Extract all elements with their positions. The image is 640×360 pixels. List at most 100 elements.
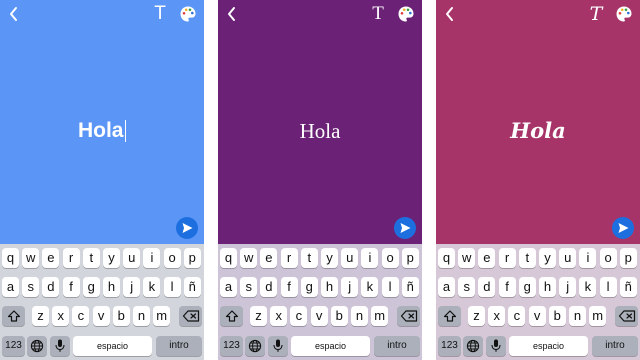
key-c[interactable]: c — [72, 306, 90, 326]
key-s[interactable]: s — [22, 277, 40, 297]
message-text[interactable]: Hola — [436, 116, 640, 146]
key-f[interactable]: f — [498, 277, 516, 297]
key-q[interactable]: q — [220, 248, 237, 268]
key-p[interactable]: p — [619, 248, 637, 268]
key-ñ[interactable]: ñ — [401, 277, 419, 297]
key-k[interactable]: k — [143, 277, 161, 297]
key-l[interactable]: l — [599, 277, 617, 297]
key-q[interactable]: q — [2, 248, 19, 268]
key-p[interactable]: p — [401, 248, 419, 268]
key-x[interactable]: x — [270, 306, 288, 326]
key-j[interactable]: j — [123, 277, 141, 297]
globe-key[interactable] — [245, 336, 265, 356]
key-s[interactable]: s — [240, 277, 258, 297]
numbers-key[interactable]: 123 — [438, 336, 461, 356]
key-g[interactable]: g — [300, 277, 318, 297]
key-h[interactable]: h — [103, 277, 120, 297]
delete-key[interactable] — [179, 306, 202, 326]
key-o[interactable]: o — [599, 248, 617, 268]
key-t[interactable]: t — [82, 248, 100, 268]
key-e[interactable]: e — [42, 248, 60, 268]
key-x[interactable]: x — [488, 306, 506, 326]
key-a[interactable]: a — [2, 277, 19, 297]
shift-key[interactable] — [220, 306, 243, 326]
return-key[interactable]: intro — [592, 336, 638, 356]
delete-key[interactable] — [397, 306, 420, 326]
text-style-icon[interactable]: T — [151, 3, 169, 25]
key-i[interactable]: i — [361, 248, 379, 268]
key-i[interactable]: i — [579, 248, 597, 268]
numbers-key[interactable]: 123 — [220, 336, 243, 356]
key-y[interactable]: y — [539, 248, 556, 268]
key-ñ[interactable]: ñ — [183, 277, 201, 297]
key-h[interactable]: h — [539, 277, 556, 297]
key-n[interactable]: n — [133, 306, 150, 326]
space-key[interactable]: espacio — [291, 336, 370, 356]
message-text[interactable]: Hola — [0, 116, 204, 146]
send-button[interactable] — [394, 217, 416, 239]
key-v[interactable]: v — [528, 306, 546, 326]
key-v[interactable]: v — [92, 306, 110, 326]
chevron-left-icon[interactable] — [443, 5, 457, 23]
key-v[interactable]: v — [310, 306, 328, 326]
key-f[interactable]: f — [280, 277, 298, 297]
key-r[interactable]: r — [498, 248, 516, 268]
microphone-key[interactable] — [50, 336, 70, 356]
key-g[interactable]: g — [82, 277, 100, 297]
key-k[interactable]: k — [361, 277, 379, 297]
key-l[interactable]: l — [381, 277, 399, 297]
return-key[interactable]: intro — [156, 336, 202, 356]
chevron-left-icon[interactable] — [225, 5, 239, 23]
key-a[interactable]: a — [220, 277, 237, 297]
key-a[interactable]: a — [438, 277, 455, 297]
key-r[interactable]: r — [62, 248, 80, 268]
key-u[interactable]: u — [123, 248, 141, 268]
key-y[interactable]: y — [321, 248, 338, 268]
key-b[interactable]: b — [112, 306, 130, 326]
key-h[interactable]: h — [321, 277, 338, 297]
key-g[interactable]: g — [518, 277, 536, 297]
key-b[interactable]: b — [548, 306, 566, 326]
key-t[interactable]: t — [518, 248, 536, 268]
key-d[interactable]: d — [260, 277, 278, 297]
delete-key[interactable] — [615, 306, 638, 326]
key-i[interactable]: i — [143, 248, 161, 268]
key-k[interactable]: k — [579, 277, 597, 297]
key-o[interactable]: o — [163, 248, 181, 268]
send-button[interactable] — [612, 217, 634, 239]
key-b[interactable]: b — [330, 306, 348, 326]
key-o[interactable]: o — [381, 248, 399, 268]
globe-key[interactable] — [27, 336, 47, 356]
text-style-icon[interactable]: T — [369, 3, 387, 25]
key-e[interactable]: e — [478, 248, 496, 268]
key-n[interactable]: n — [569, 306, 586, 326]
microphone-key[interactable] — [486, 336, 506, 356]
chevron-left-icon[interactable] — [7, 5, 21, 23]
key-c[interactable]: c — [290, 306, 308, 326]
message-text[interactable]: Hola — [218, 116, 422, 146]
key-f[interactable]: f — [62, 277, 80, 297]
key-j[interactable]: j — [559, 277, 577, 297]
key-z[interactable]: z — [468, 306, 485, 326]
key-z[interactable]: z — [250, 306, 267, 326]
key-m[interactable]: m — [589, 306, 607, 326]
text-style-icon[interactable]: T — [587, 3, 605, 25]
key-j[interactable]: j — [341, 277, 359, 297]
key-x[interactable]: x — [52, 306, 70, 326]
key-m[interactable]: m — [153, 306, 171, 326]
key-w[interactable]: w — [458, 248, 476, 268]
key-e[interactable]: e — [260, 248, 278, 268]
key-u[interactable]: u — [341, 248, 359, 268]
key-u[interactable]: u — [559, 248, 577, 268]
shift-key[interactable] — [2, 306, 25, 326]
palette-icon[interactable] — [397, 5, 415, 23]
send-button[interactable] — [176, 217, 198, 239]
globe-key[interactable] — [463, 336, 483, 356]
key-s[interactable]: s — [458, 277, 476, 297]
key-w[interactable]: w — [240, 248, 258, 268]
microphone-key[interactable] — [268, 336, 288, 356]
key-r[interactable]: r — [280, 248, 298, 268]
return-key[interactable]: intro — [374, 336, 420, 356]
key-d[interactable]: d — [42, 277, 60, 297]
shift-key[interactable] — [438, 306, 461, 326]
